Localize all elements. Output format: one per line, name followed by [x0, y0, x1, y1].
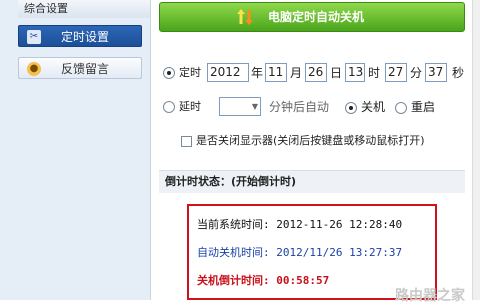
month-unit: 月 [290, 66, 303, 80]
sidebar-item-label: 定时设置 [61, 30, 110, 44]
watermark: 路由器之家 [395, 288, 465, 304]
hour-unit: 时 [368, 66, 381, 80]
year-field[interactable]: 2012 [207, 63, 249, 82]
delay-mode-radio[interactable]: 延时 [163, 96, 201, 118]
second-unit: 秒 [452, 66, 465, 80]
day-field[interactable]: 26 [305, 63, 327, 82]
delay-suffix: 分钟后自动 [269, 100, 330, 114]
sidebar-item-timer-settings[interactable]: ✂ 定时设置 [18, 25, 142, 47]
restart-label: 重启 [411, 100, 436, 114]
schedule-row: 定时 2012 年 11 月 26 日 13 时 27 分 37 秒 [159, 62, 465, 84]
sidebar-item-label: 反馈留言 [61, 62, 110, 76]
sidebar-heading: 综合设置 [18, 0, 150, 18]
current-time: 当前系统时间: 2012-11-26 12:28:40 [197, 218, 403, 231]
monitor-checkbox[interactable] [181, 135, 192, 147]
delay-mode-label: 延时 [179, 100, 201, 113]
sidebar-item-feedback[interactable]: ● 反馈留言 [18, 57, 142, 79]
countdown-status: 倒计时状态：(开始倒计时) [159, 171, 465, 193]
restart-radio[interactable]: 重启 [395, 96, 435, 118]
shutdown-time: 自动关机时间: 2012/11/26 13:27:37 [197, 246, 403, 259]
shutdown-label: 关机 [361, 100, 386, 114]
user-icon: ● [27, 62, 41, 76]
chevron-down-icon: ▼ [251, 102, 258, 111]
monitor-option[interactable]: 是否关闭显示器(关闭后按键盘或移动鼠标打开) [181, 130, 425, 152]
tools-icon: ✂ [27, 30, 41, 44]
delay-row: 延时 ▼ 分钟后自动 关机 重启 [159, 96, 465, 118]
monitor-option-label: 是否关闭显示器(关闭后按键盘或移动鼠标打开) [196, 134, 425, 147]
schedule-mode-radio[interactable]: 定时 [163, 62, 201, 84]
countdown-remaining: 关机倒计时间: 00:58:57 [197, 274, 330, 287]
year-unit: 年 [251, 66, 264, 80]
hour-field[interactable]: 13 [345, 63, 365, 82]
banner-title: 电脑定时自动关机 [268, 10, 365, 24]
month-field[interactable]: 11 [265, 63, 287, 82]
day-unit: 日 [330, 66, 343, 80]
minute-field[interactable]: 27 [385, 63, 407, 82]
scrollbar[interactable] [472, 0, 480, 300]
main-panel: 电脑定时自动关机 定时 2012 年 11 月 26 日 13 时 27 分 3… [150, 0, 473, 300]
second-field[interactable]: 37 [425, 63, 447, 82]
sidebar: 综合设置 ✂ 定时设置 ● 反馈留言 [0, 0, 150, 300]
shutdown-radio[interactable]: 关机 [345, 96, 385, 118]
minute-unit: 分 [410, 66, 423, 80]
schedule-mode-label: 定时 [179, 66, 201, 79]
delay-minutes-select[interactable]: ▼ [219, 97, 261, 116]
title-banner: 电脑定时自动关机 [159, 2, 465, 32]
up-down-arrows-icon [237, 9, 253, 25]
